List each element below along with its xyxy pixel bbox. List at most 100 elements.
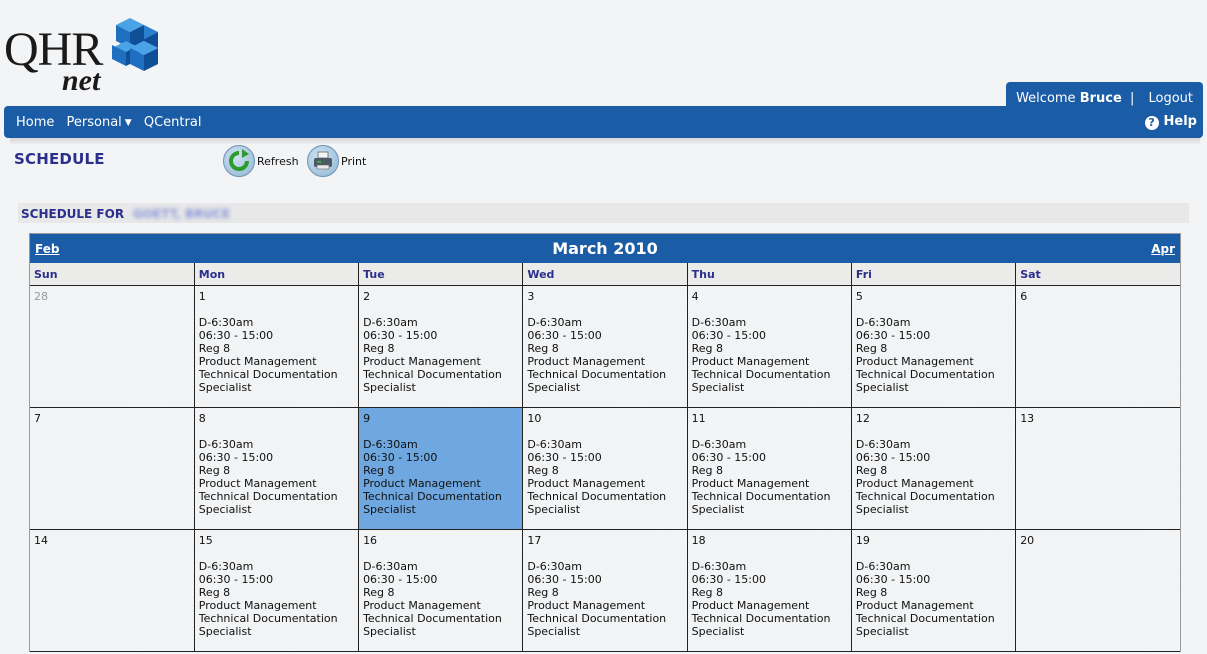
shift-department: Product Management — [691, 477, 810, 490]
shift-code: D-6:30am — [198, 560, 254, 573]
shift-department: Product Management — [363, 599, 481, 612]
shift-position-1: Technical Documentation — [363, 612, 502, 625]
calendar-day-cell[interactable]: 20 — [1015, 529, 1180, 652]
shift-position-1: Technical Documentation — [691, 490, 831, 503]
weekday-header-row: Sun Mon Tue Wed Thu Fri Sat — [30, 263, 1180, 286]
calendar-day-cell[interactable]: 16 D-6:30am 06:30 - 15:00 Reg 8 Product Mana… — [358, 529, 524, 652]
help-link[interactable]: ? Help — [1144, 114, 1197, 130]
day-number: 9 — [363, 412, 371, 425]
shift-department: Product Management — [691, 599, 810, 612]
refresh-icon — [223, 145, 255, 177]
shift-department: Product Management — [363, 355, 481, 368]
calendar-day-cell[interactable]: 6 — [1015, 285, 1180, 408]
nav-home[interactable]: Home — [16, 115, 54, 130]
day-number: 4 — [691, 290, 699, 303]
calendar-day-cell[interactable]: 17 D-6:30am 06:30 - 15:00 Reg 8 Product Mana… — [522, 529, 688, 652]
calendar-day-cell[interactable]: 28 — [30, 285, 195, 408]
shift-type: Reg 8 — [691, 586, 724, 599]
shift-position-2: Specialist — [855, 503, 909, 516]
shift-position-1: Technical Documentation — [198, 490, 338, 503]
shift-hours: 06:30 - 15:00 — [855, 329, 931, 342]
print-button[interactable]: Print — [307, 145, 377, 177]
page-title: SCHEDULE — [14, 150, 105, 168]
calendar-day-cell[interactable]: 13 — [1015, 407, 1180, 530]
shift-department: Product Management — [527, 477, 646, 490]
shift-type: Reg 8 — [691, 342, 724, 355]
shift-position-2: Specialist — [198, 381, 252, 394]
next-month-link[interactable]: Apr — [1151, 242, 1175, 256]
calendar-day-cell[interactable]: 3 D-6:30am 06:30 - 15:00 Reg 8 Product Manag… — [522, 285, 688, 408]
shift-position-1: Technical Documentation — [855, 490, 995, 503]
logout-link[interactable]: Logout — [1148, 91, 1193, 106]
shift-position-2: Specialist — [691, 503, 745, 516]
calendar-day-cell[interactable]: 15 D-6:30am 06:30 - 15:00 Reg 8 Product Mana… — [193, 529, 360, 652]
shift-hours: 06:30 - 15:00 — [527, 451, 602, 464]
shift-position-2: Specialist — [527, 503, 581, 516]
calendar-day-cell[interactable]: 5 D-6:30am 06:30 - 15:00 Reg 8 Product Manag… — [850, 285, 1017, 408]
calendar-day-cell[interactable]: 18 D-6:30am 06:30 - 15:00 Reg 8 Product Mana… — [686, 529, 852, 652]
shift-position-1: Technical Documentation — [855, 612, 995, 625]
shift-code: D-6:30am — [527, 316, 582, 329]
employee-name: GOETT, BRUCE — [133, 207, 231, 221]
shift-type: Reg 8 — [363, 342, 395, 355]
calendar-day-cell[interactable]: 14 — [30, 529, 195, 652]
shift-type: Reg 8 — [363, 586, 395, 599]
shift-code: D-6:30am — [691, 438, 747, 451]
day-number: 20 — [1020, 534, 1035, 547]
day-number: 12 — [855, 412, 870, 425]
weekday-header: Sun — [30, 263, 195, 286]
calendar-day-cell[interactable]: 8 D-6:30am 06:30 - 15:00 Reg 8 Product Manag… — [193, 407, 360, 530]
calendar-header: Feb March 2010 Apr — [30, 234, 1180, 263]
calendar-day-cell[interactable]: 11 D-6:30am 06:30 - 15:00 Reg 8 Product Mana… — [686, 407, 852, 530]
calendar-day-cell[interactable]: 12 D-6:30am 06:30 - 15:00 Reg 8 Product Mana… — [850, 407, 1017, 530]
shift-type: Reg 8 — [527, 342, 559, 355]
shift-department: Product Management — [691, 355, 810, 368]
shift-position-2: Specialist — [363, 625, 416, 638]
day-number: 13 — [1020, 412, 1035, 425]
logo-subtext: net — [62, 64, 101, 97]
weekday-header: Tue — [358, 263, 524, 286]
day-number: 7 — [34, 412, 41, 425]
day-number: 15 — [198, 534, 213, 547]
calendar-day-cell[interactable]: 19 D-6:30am 06:30 - 15:00 Reg 8 Product Mana… — [850, 529, 1017, 652]
shift-position-1: Technical Documentation — [527, 490, 667, 503]
calendar-week-row: 14 15 D-6:30am 06:30 - 15:00 Reg 8 Product Ma… — [30, 529, 1180, 652]
calendar-day-cell[interactable]: 7 — [30, 407, 195, 530]
shift-code: D-6:30am — [363, 438, 418, 451]
shift-type: Reg 8 — [855, 586, 888, 599]
day-number: 10 — [527, 412, 542, 425]
shift-type: Reg 8 — [691, 464, 724, 477]
calendar-title: March 2010 — [552, 239, 658, 258]
shift-hours: 06:30 - 15:00 — [363, 451, 438, 464]
nav-qcentral[interactable]: QCentral — [144, 115, 202, 130]
shift-position-2: Specialist — [855, 625, 909, 638]
nav-shadow — [10, 138, 1200, 144]
welcome-text: Welcome — [1016, 91, 1076, 106]
shift-hours: 06:30 - 15:00 — [198, 451, 274, 464]
calendar-day-cell[interactable]: 1 D-6:30am 06:30 - 15:00 Reg 8 Product Manag… — [193, 285, 360, 408]
calendar-day-cell-selected[interactable]: 9 D-6:30am 06:30 - 15:00 Reg 8 Product Manag… — [358, 407, 524, 530]
shift-position-1: Technical Documentation — [527, 368, 667, 381]
shift-department: Product Management — [198, 477, 317, 490]
calendar-week-row: 28 1 D-6:30am 06:30 - 15:00 Reg 8 Product Man… — [30, 285, 1180, 408]
shift-position-2: Specialist — [691, 625, 745, 638]
shift-hours: 06:30 - 15:00 — [855, 573, 931, 586]
calendar-day-cell[interactable]: 2 D-6:30am 06:30 - 15:00 Reg 8 Product Manag… — [358, 285, 524, 408]
shift-department: Product Management — [855, 599, 974, 612]
shift-position-1: Technical Documentation — [691, 368, 831, 381]
shift-position-2: Specialist — [363, 381, 416, 394]
shift-position-2: Specialist — [527, 381, 581, 394]
shift-type: Reg 8 — [855, 342, 888, 355]
shift-type: Reg 8 — [527, 464, 559, 477]
shift-position-2: Specialist — [855, 381, 909, 394]
shift-type: Reg 8 — [198, 464, 231, 477]
nav-personal[interactable]: Personal ▼ — [67, 115, 132, 130]
refresh-button[interactable]: Refresh — [223, 145, 303, 177]
shift-hours: 06:30 - 15:00 — [691, 451, 766, 464]
calendar-day-cell[interactable]: 4 D-6:30am 06:30 - 15:00 Reg 8 Product Manag… — [686, 285, 852, 408]
day-number: 19 — [855, 534, 870, 547]
shift-position-1: Technical Documentation — [363, 490, 502, 503]
weekday-header: Mon — [193, 263, 360, 286]
calendar-day-cell[interactable]: 10 D-6:30am 06:30 - 15:00 Reg 8 Product Mana… — [522, 407, 688, 530]
shift-position-2: Specialist — [527, 625, 581, 638]
